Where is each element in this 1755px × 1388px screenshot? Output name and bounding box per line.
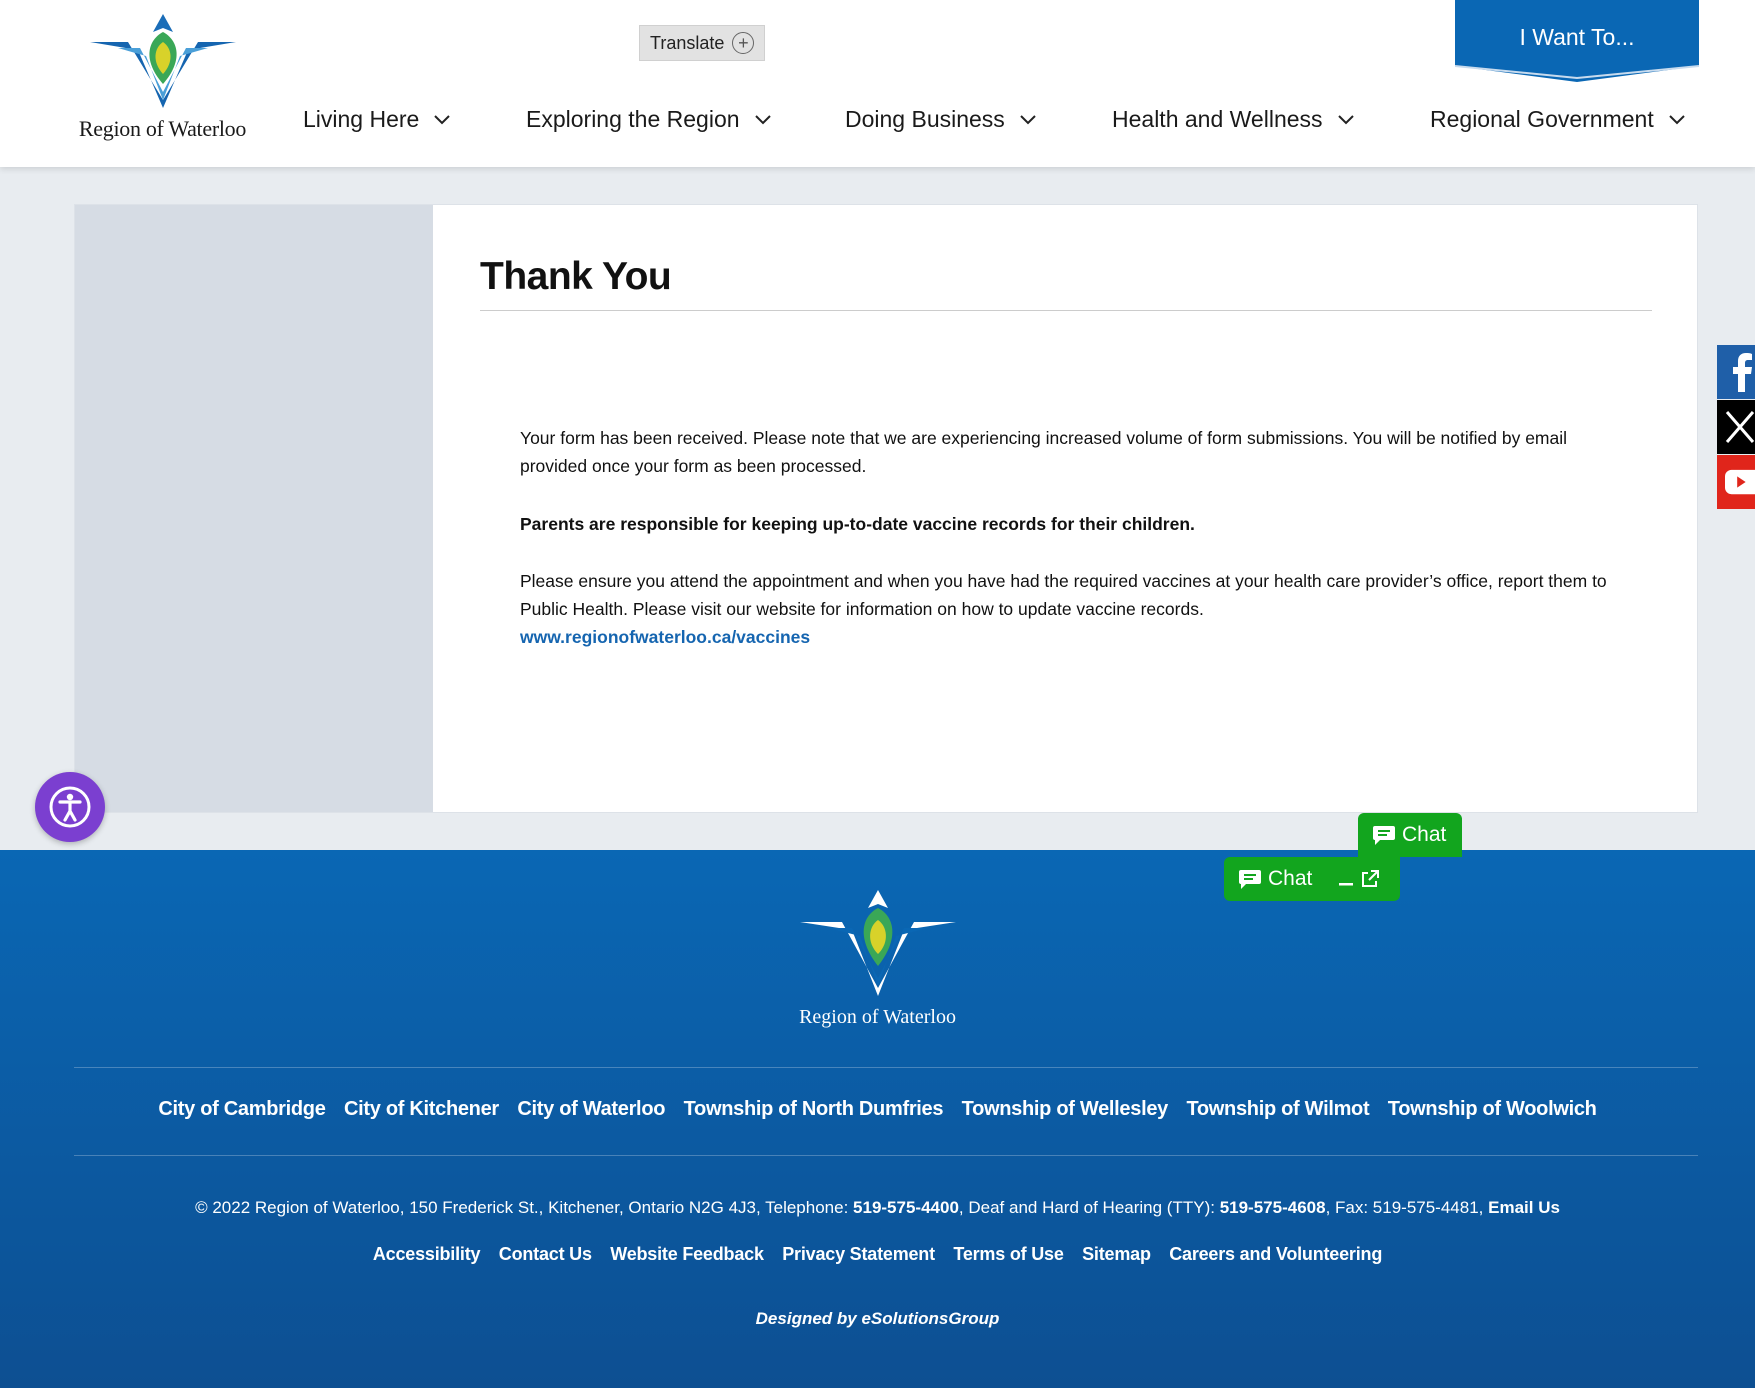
footer-address: © 2022 Region of Waterloo, 150 Frederick… — [0, 1198, 1755, 1218]
parents-responsible-message: Parents are responsible for keeping up-t… — [520, 514, 1195, 534]
link-township-of-woolwich[interactable]: Township of Woolwich — [1388, 1098, 1597, 1120]
vaccines-link[interactable]: www.regionofwaterloo.ca/vaccines — [520, 627, 810, 647]
link-township-of-wilmot[interactable]: Township of Wilmot — [1186, 1098, 1369, 1120]
fax-text: , Fax: 519-575-4481, — [1325, 1198, 1489, 1217]
translate-label: Translate — [650, 32, 725, 53]
address-text: © 2022 Region of Waterloo, 150 Frederick… — [195, 1198, 854, 1217]
link-terms-of-use[interactable]: Terms of Use — [953, 1244, 1064, 1264]
tty-number[interactable]: 519-575-4608 — [1220, 1198, 1326, 1217]
chevron-down-icon — [1337, 114, 1354, 124]
link-city-of-cambridge[interactable]: City of Cambridge — [158, 1098, 325, 1120]
footer-logo-text: Region of Waterloo — [799, 1006, 956, 1028]
email-us-link[interactable]: Email Us — [1488, 1198, 1560, 1217]
footer-divider — [74, 1067, 1698, 1068]
link-website-feedback[interactable]: Website Feedback — [610, 1244, 764, 1264]
chat-button-top[interactable]: Chat — [1358, 813, 1462, 857]
link-accessibility[interactable]: Accessibility — [373, 1244, 481, 1264]
footer-logo[interactable]: Region of Waterloo — [0, 888, 1755, 1029]
nav-regional-government[interactable]: Regional Government — [1430, 106, 1686, 133]
chevron-down-icon — [434, 114, 451, 124]
facebook-icon — [1733, 353, 1752, 392]
link-contact-us[interactable]: Contact Us — [499, 1244, 592, 1264]
left-sidebar — [75, 205, 433, 812]
chat-bubble-icon — [1373, 826, 1395, 845]
link-sitemap[interactable]: Sitemap — [1082, 1244, 1151, 1264]
chevron-down-icon — [1020, 114, 1036, 124]
chat-button-bottom[interactable]: Chat — [1224, 857, 1400, 901]
nav-label: Doing Business — [845, 106, 1005, 132]
page-title: Thank You — [480, 255, 672, 298]
link-city-of-waterloo[interactable]: City of Waterloo — [517, 1098, 665, 1120]
external-link-icon[interactable] — [1360, 869, 1380, 889]
main-content: Thank You Your form has been received. P… — [433, 205, 1697, 812]
nav-label: Health and Wellness — [1112, 106, 1323, 132]
nav-health-and-wellness[interactable]: Health and Wellness — [1112, 106, 1355, 133]
nav-doing-business[interactable]: Doing Business — [845, 106, 1037, 133]
i-want-to-label: I Want To... — [1519, 24, 1635, 50]
title-divider — [480, 310, 1652, 311]
x-button[interactable] — [1717, 400, 1755, 454]
minimize-icon[interactable] — [1338, 871, 1354, 887]
main-nav: Living Here Exploring the Region Doing B… — [0, 106, 1755, 146]
vaccine-instructions: Please ensure you attend the appointment… — [520, 567, 1630, 651]
region-logo-icon — [799, 890, 956, 996]
chevron-down-icon — [754, 114, 771, 124]
nav-label: Living Here — [303, 106, 420, 132]
nav-exploring-the-region[interactable]: Exploring the Region — [526, 106, 772, 133]
chat-bubble-icon — [1239, 870, 1261, 889]
chat-label: Chat — [1268, 867, 1313, 890]
form-received-message: Your form has been received. Please note… — [520, 428, 1568, 476]
accessibility-button[interactable] — [35, 772, 105, 842]
nav-living-here[interactable]: Living Here — [303, 106, 451, 133]
chevron-down-icon — [1669, 114, 1685, 124]
link-township-of-wellesley[interactable]: Township of Wellesley — [962, 1098, 1169, 1120]
plus-circle-icon: + — [732, 32, 755, 54]
link-township-of-north-dumfries[interactable]: Township of North Dumfries — [684, 1098, 944, 1120]
footer-divider — [74, 1155, 1698, 1156]
chat-label: Chat — [1402, 823, 1447, 846]
link-city-of-kitchener[interactable]: City of Kitchener — [344, 1098, 499, 1120]
youtube-button[interactable] — [1717, 455, 1755, 509]
region-logo-icon — [89, 14, 236, 108]
youtube-icon — [1725, 469, 1755, 495]
link-privacy-statement[interactable]: Privacy Statement — [782, 1244, 935, 1264]
tty-label: , Deaf and Hard of Hearing (TTY): — [958, 1198, 1220, 1217]
vaccine-instructions-text: Please ensure you attend the appointment… — [520, 571, 1607, 619]
site-header: Region of Waterloo Translate + I Want To… — [0, 0, 1755, 167]
designed-by[interactable]: Designed by eSolutionsGroup — [0, 1309, 1755, 1329]
nav-label: Exploring the Region — [526, 106, 740, 132]
site-footer: Region of Waterloo City of Cambridge Cit… — [0, 850, 1755, 1388]
nav-label: Regional Government — [1430, 106, 1654, 132]
content-area: Thank You Your form has been received. P… — [74, 204, 1698, 813]
i-want-to-button[interactable]: I Want To... — [1455, 0, 1699, 82]
link-careers-and-volunteering[interactable]: Careers and Volunteering — [1169, 1244, 1382, 1264]
phone-number[interactable]: 519-575-4400 — [853, 1198, 959, 1217]
municipality-links: City of Cambridge City of Kitchener City… — [0, 1098, 1755, 1121]
footer-links: Accessibility Contact Us Website Feedbac… — [0, 1244, 1755, 1265]
translate-button[interactable]: Translate + — [639, 25, 766, 61]
x-icon — [1725, 411, 1755, 443]
facebook-button[interactable] — [1717, 345, 1755, 399]
accessibility-icon — [49, 786, 91, 828]
